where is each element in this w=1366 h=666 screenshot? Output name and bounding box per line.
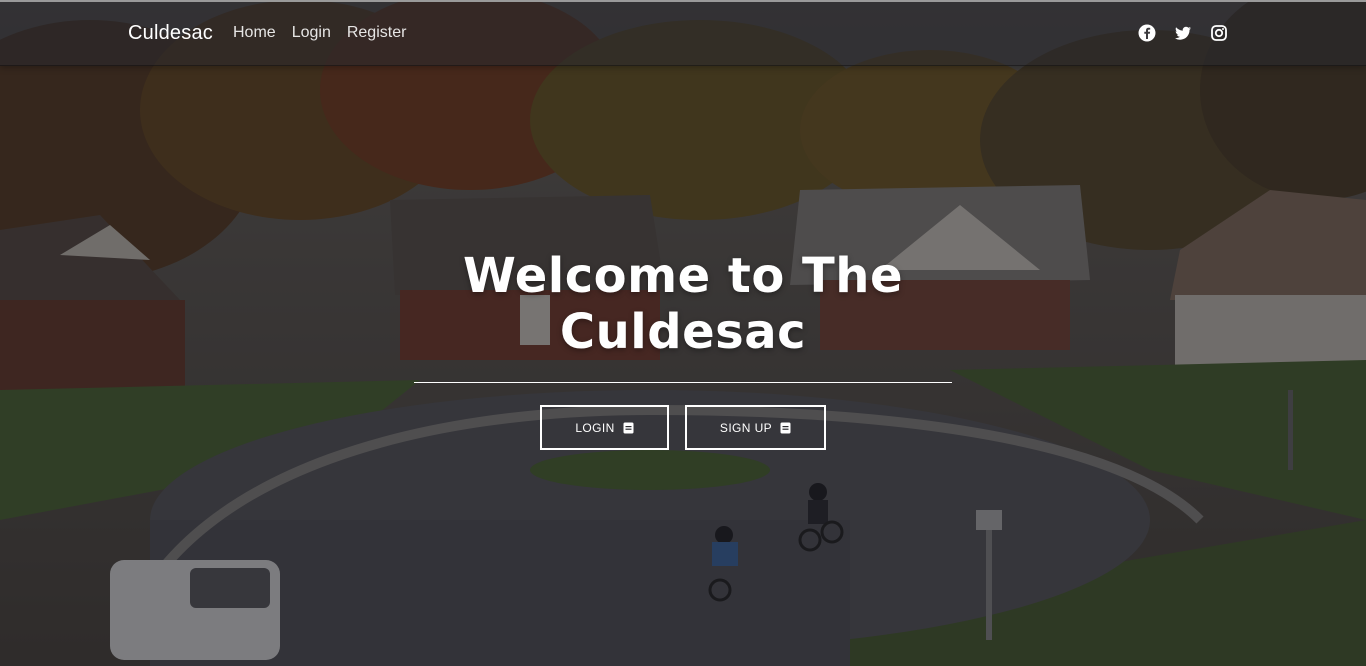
instagram-icon[interactable]: [1210, 24, 1228, 42]
hero-divider: [414, 382, 952, 383]
clipboard-icon: [780, 422, 791, 433]
nav-link-login[interactable]: Login: [292, 24, 331, 42]
signup-button[interactable]: SIGN UP: [685, 405, 826, 450]
login-button[interactable]: LOGIN: [540, 405, 669, 450]
hero-buttons: LOGIN SIGN UP: [0, 405, 1366, 450]
login-button-label: LOGIN: [575, 420, 615, 435]
clipboard-icon: [623, 422, 634, 433]
hero-content: Welcome to The Culdesac LOGIN SIGN UP: [0, 248, 1366, 450]
social-links: [1138, 24, 1228, 42]
nav-links: Home Login Register: [233, 24, 406, 42]
navbar: Culdesac Home Login Register: [0, 0, 1366, 66]
nav-link-register[interactable]: Register: [347, 24, 407, 42]
hero-section: Culdesac Home Login Register Welcome to …: [0, 0, 1366, 666]
brand-logo[interactable]: Culdesac: [128, 22, 213, 45]
twitter-icon[interactable]: [1174, 24, 1192, 42]
signup-button-label: SIGN UP: [719, 420, 773, 435]
nav-link-home[interactable]: Home: [233, 24, 276, 42]
facebook-icon[interactable]: [1138, 24, 1156, 42]
hero-title: Welcome to The Culdesac: [462, 248, 904, 360]
